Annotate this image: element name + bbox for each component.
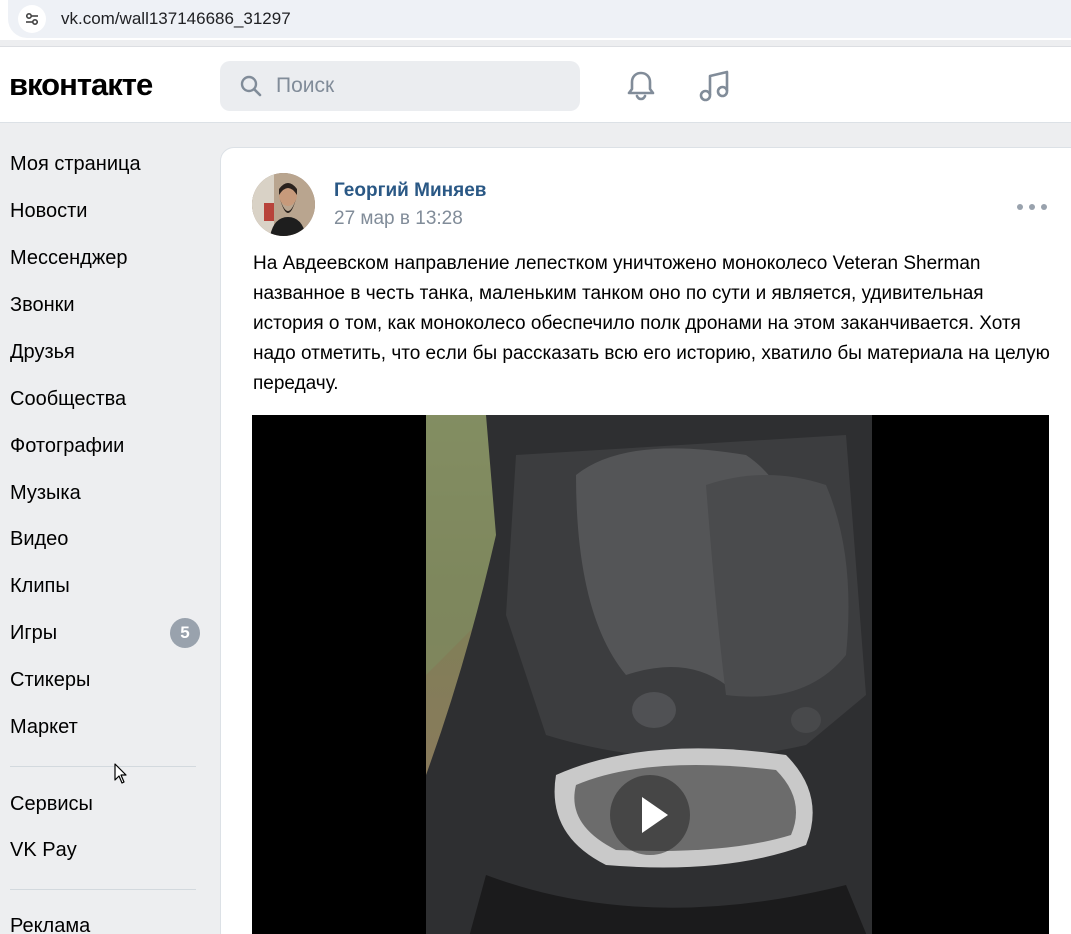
left-sidebar: Моя страница Новости Мессенджер Звонки Д…	[0, 124, 220, 934]
site-header: вконтакте	[0, 47, 1071, 123]
post-date[interactable]: 27 мар в 13:28	[334, 208, 463, 230]
sidebar-item-news[interactable]: Новости	[10, 195, 210, 227]
sidebar-divider	[10, 889, 196, 890]
sidebar-item-clips[interactable]: Клипы	[10, 570, 210, 602]
post-author-link[interactable]: Георгий Миняев	[334, 180, 486, 202]
video-thumbnail	[426, 415, 872, 934]
wall-post: Георгий Миняев 27 мар в 13:28 На Авдеевс…	[220, 147, 1071, 934]
vk-logo[interactable]: вконтакте	[9, 67, 153, 103]
sidebar-item-communities[interactable]: Сообщества	[10, 383, 210, 415]
sidebar-item-market[interactable]: Маркет	[10, 711, 210, 743]
more-options-icon[interactable]	[1017, 200, 1047, 214]
sidebar-item-label: Игры	[10, 622, 58, 644]
url-field[interactable]: vk.com/wall137146686_31297	[8, 0, 1071, 38]
post-text: На Авдеевском направление лепестком унич…	[253, 253, 1050, 394]
sidebar-item-ads[interactable]: Реклама	[10, 910, 210, 934]
sidebar-divider	[10, 766, 196, 767]
sidebar-item-stickers[interactable]: Стикеры	[10, 664, 210, 696]
sidebar-item-friends[interactable]: Друзья	[10, 336, 210, 368]
sidebar-item-photos[interactable]: Фотографии	[10, 430, 210, 462]
video-player[interactable]	[252, 415, 1049, 934]
sidebar-item-calls[interactable]: Звонки	[10, 289, 210, 321]
avatar[interactable]	[252, 173, 315, 236]
play-icon[interactable]	[610, 775, 690, 855]
sidebar-item-video[interactable]: Видео	[10, 523, 210, 555]
url-text: vk.com/wall137146686_31297	[61, 9, 291, 28]
browser-address-bar: vk.com/wall137146686_31297	[0, 0, 1071, 40]
search-icon	[240, 75, 262, 97]
games-count-badge: 5	[170, 618, 200, 648]
music-note-icon[interactable]	[696, 67, 734, 105]
sidebar-item-vk-pay[interactable]: VK Pay	[10, 834, 210, 866]
mouse-cursor-icon	[114, 763, 127, 784]
bell-icon[interactable]	[622, 67, 660, 105]
sidebar-item-messenger[interactable]: Мессенджер	[10, 242, 210, 274]
sidebar-item-games[interactable]: Игры 5	[10, 617, 210, 649]
sidebar-item-my-page[interactable]: Моя страница	[10, 148, 210, 180]
search-input[interactable]	[276, 61, 566, 111]
site-info-icon[interactable]	[18, 5, 46, 33]
sidebar-item-music[interactable]: Музыка	[10, 477, 210, 509]
search-box[interactable]	[220, 61, 580, 111]
sidebar-item-services[interactable]: Сервисы	[10, 788, 210, 820]
